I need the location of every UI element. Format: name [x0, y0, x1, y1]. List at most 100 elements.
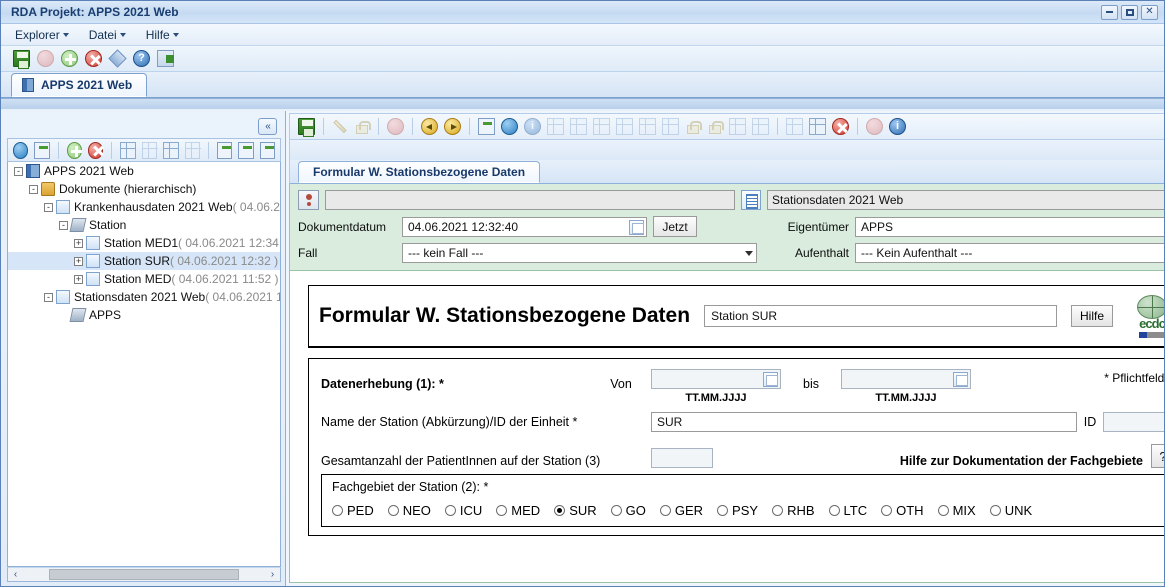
tab-apps-2021-web[interactable]: APPS 2021 Web — [11, 73, 148, 97]
fachgebiete-help-button[interactable]: ? — [1151, 444, 1164, 468]
info-blue-icon[interactable]: i — [889, 118, 906, 135]
scrollbar-thumb[interactable] — [49, 569, 239, 580]
web-icon[interactable] — [501, 118, 518, 135]
radio-button[interactable] — [610, 505, 622, 516]
radio-button[interactable] — [387, 505, 399, 516]
bis-date-input[interactable] — [841, 369, 971, 389]
radio-button[interactable] — [717, 505, 729, 516]
tree-node[interactable]: - Stationsdaten 2021 Web ( 04.06.2021 11:… — [8, 288, 280, 306]
tree-node[interactable]: + Station MED1 ( 04.06.2021 12:34 ) — [8, 234, 280, 252]
document-tree[interactable]: - APPS 2021 Web - Dokumente (hierarchisch) -… — [7, 162, 281, 567]
expand-icon[interactable] — [163, 141, 180, 159]
radio-button[interactable] — [332, 505, 343, 516]
globe-icon[interactable] — [13, 141, 29, 159]
fachgebiet-option-rhb[interactable]: RHB — [772, 503, 815, 518]
calendar-icon[interactable] — [953, 372, 968, 387]
upload-icon[interactable] — [478, 118, 495, 135]
maximize-button[interactable] — [1121, 4, 1138, 20]
gesamtanzahl-input[interactable] — [651, 448, 713, 468]
menu-explorer[interactable]: Explorer — [13, 27, 71, 43]
tree-node[interactable]: - Station — [8, 216, 280, 234]
close-icon[interactable]: ✕ — [1141, 4, 1158, 20]
radio-button[interactable] — [881, 505, 893, 516]
collapse-panel-button[interactable]: « — [258, 117, 277, 135]
tree-node[interactable]: + Station MED ( 04.06.2021 11:52 ) — [8, 270, 280, 288]
station-title-input[interactable]: Station SUR — [704, 305, 1057, 327]
radio-button[interactable] — [828, 505, 840, 516]
tree-node[interactable]: + Station SUR ( 04.06.2021 12:32 ) — [8, 252, 280, 270]
radio-button[interactable] — [772, 505, 784, 516]
radio-button[interactable] — [444, 505, 456, 516]
radio-button[interactable] — [937, 505, 949, 516]
add-icon[interactable] — [61, 50, 78, 67]
move-icon[interactable] — [120, 141, 137, 159]
menu-datei[interactable]: Datei — [87, 27, 128, 43]
station-name-input[interactable]: SUR — [651, 412, 1077, 432]
collapse-icon[interactable]: - — [59, 220, 68, 230]
fachgebiet-option-mix[interactable]: MIX — [937, 503, 976, 518]
add-icon[interactable] — [66, 141, 83, 159]
hilfe-button[interactable]: Hilfe — [1071, 305, 1113, 327]
scroll-right-arrow[interactable]: › — [266, 569, 279, 580]
document-info-icon[interactable] — [238, 141, 254, 159]
delete-icon[interactable] — [85, 50, 102, 67]
back-icon[interactable] — [421, 118, 438, 135]
document-icon[interactable] — [741, 190, 761, 210]
users-icon[interactable] — [259, 141, 275, 159]
radio-button[interactable] — [554, 505, 566, 516]
fachgebiet-option-ger[interactable]: GER — [659, 503, 703, 518]
refresh-icon[interactable] — [108, 49, 127, 68]
delete-icon[interactable] — [88, 141, 104, 159]
radio-button[interactable] — [659, 505, 671, 516]
radio-button[interactable] — [496, 505, 508, 516]
fachgebiet-option-go[interactable]: GO — [610, 503, 646, 518]
scroll-left-arrow[interactable]: ‹ — [9, 569, 22, 580]
dokumentdatum-field[interactable]: 04.06.2021 12:32:40 — [402, 216, 647, 237]
document-type-field[interactable]: Stationsdaten 2021 Web — [767, 190, 1164, 210]
save-icon[interactable] — [13, 50, 30, 69]
history-icon[interactable] — [866, 118, 883, 135]
pdf-icon[interactable] — [832, 118, 849, 135]
collapse-icon[interactable]: - — [44, 202, 53, 212]
collapse-icon[interactable]: - — [14, 166, 23, 176]
patient-name-field[interactable] — [325, 190, 735, 210]
fachgebiet-option-med[interactable]: MED — [496, 503, 540, 518]
menu-hilfe[interactable]: Hilfe — [144, 27, 181, 43]
tree-node[interactable]: - Dokumente (hierarchisch) — [8, 180, 280, 198]
fachgebiet-option-unk[interactable]: UNK — [989, 503, 1032, 518]
forward-icon[interactable] — [444, 118, 461, 135]
radio-button[interactable] — [989, 505, 1001, 516]
collapse-icon[interactable]: - — [44, 292, 53, 302]
tree-horizontal-scrollbar[interactable]: ‹ › — [7, 567, 281, 582]
fachgebiet-option-ped[interactable]: PED — [332, 503, 374, 518]
new-document-icon[interactable] — [216, 141, 233, 159]
fachgebiet-option-ltc[interactable]: LTC — [828, 503, 867, 518]
id-input[interactable] — [1103, 412, 1164, 432]
calendar-icon[interactable] — [629, 219, 644, 235]
fachgebiet-option-icu[interactable]: ICU — [444, 503, 482, 518]
von-date-input[interactable] — [651, 369, 781, 389]
tree-node[interactable]: - Krankenhausdaten 2021 Web ( 04.06.202 — [8, 198, 280, 216]
jetzt-button[interactable]: Jetzt — [653, 216, 697, 237]
expand-icon[interactable]: + — [74, 256, 83, 266]
fachgebiet-option-neo[interactable]: NEO — [387, 503, 431, 518]
person-icon[interactable] — [298, 190, 319, 210]
fachgebiet-option-sur[interactable]: SUR — [554, 503, 597, 518]
list-icon[interactable] — [809, 118, 826, 135]
tree-node[interactable]: APPS — [8, 306, 280, 324]
fachgebiet-option-oth[interactable]: OTH — [881, 503, 924, 518]
expand-icon[interactable]: + — [74, 238, 83, 248]
calendar-icon[interactable] — [763, 372, 778, 387]
fall-select[interactable]: --- kein Fall --- — [402, 243, 757, 263]
eigentuemer-select[interactable]: APPS — [855, 216, 1164, 237]
tab-formular-stationsbezogene-daten[interactable]: Formular W. Stationsbezogene Daten — [298, 161, 541, 183]
fachgebiet-option-psy[interactable]: PSY — [717, 503, 758, 518]
exit-icon[interactable] — [157, 50, 174, 67]
save-icon[interactable] — [298, 118, 315, 137]
tree-node[interactable]: - APPS 2021 Web — [8, 162, 280, 180]
help-icon[interactable]: ? — [133, 50, 150, 67]
expand-icon[interactable]: + — [74, 274, 83, 284]
minimize-button[interactable] — [1101, 4, 1118, 20]
aufenthalt-select[interactable]: --- Kein Aufenthalt --- — [855, 243, 1164, 263]
collapse-icon[interactable]: - — [29, 184, 38, 194]
